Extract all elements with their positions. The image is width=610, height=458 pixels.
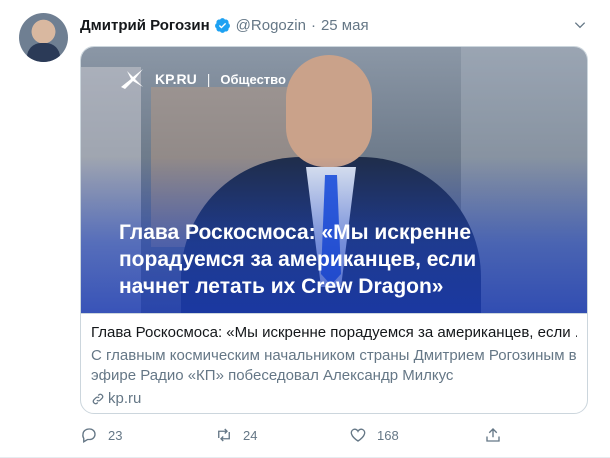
publisher-section: Общество — [220, 71, 286, 87]
link-icon — [92, 393, 104, 404]
verified-badge-icon — [214, 17, 230, 33]
card-domain-text: kp.ru — [108, 390, 142, 407]
chevron-down-icon[interactable] — [573, 18, 587, 32]
tweet-date[interactable]: 25 мая — [321, 17, 369, 34]
retweet-icon — [218, 428, 230, 442]
link-card[interactable]: KP.RU | Общество Глава Роскосмоса: «Мы и… — [80, 46, 588, 414]
avatar[interactable] — [19, 13, 68, 62]
card-image[interactable]: KP.RU | Общество Глава Роскосмоса: «Мы и… — [81, 47, 587, 313]
reply-count: 23 — [108, 427, 123, 443]
retweet-button[interactable]: 24 — [215, 424, 257, 446]
heart-icon — [350, 428, 366, 442]
author-handle[interactable]: @Rogozin — [236, 17, 306, 34]
image-headline: Глава Роскосмоса: «Мы искренне порадуемс… — [119, 219, 579, 300]
retweet-count: 24 — [243, 427, 258, 443]
kp-logo-icon — [121, 69, 143, 89]
like-count: 168 — [377, 427, 399, 443]
headline-line: начнет летать их Crew Dragon» — [119, 275, 444, 298]
card-title[interactable]: Глава Роскосмоса: «Мы искренне порадуемс… — [91, 323, 577, 342]
tweet-actions: 23 24 168 — [80, 424, 510, 446]
author-name[interactable]: Дмитрий Рогозин — [80, 17, 210, 34]
headline-line: порадуемся за американцев, если — [119, 248, 477, 271]
brand-separator: | — [206, 71, 211, 87]
share-button[interactable] — [484, 424, 512, 446]
publisher-name: KP.RU — [155, 71, 197, 87]
share-icon — [486, 428, 500, 442]
reply-button[interactable]: 23 — [80, 424, 122, 446]
reply-icon — [82, 428, 96, 443]
headline-line: Глава Роскосмоса: «Мы искренне — [119, 221, 472, 244]
header-separator: · — [310, 16, 316, 34]
publisher-brand: KP.RU | Общество — [119, 67, 286, 91]
like-button[interactable]: 168 — [349, 424, 399, 446]
person-head — [286, 55, 372, 167]
tweet-header: Дмитрий Рогозин @Rogozin · 25 мая — [80, 15, 369, 35]
tweet[interactable]: Дмитрий Рогозин @Rogozin · 25 мая KP.RU — [0, 0, 610, 458]
card-domain[interactable]: kp.ru — [91, 390, 577, 407]
card-text[interactable]: Глава Роскосмоса: «Мы искренне порадуемс… — [81, 313, 587, 413]
card-description: С главным космическим начальником страны… — [91, 347, 577, 384]
